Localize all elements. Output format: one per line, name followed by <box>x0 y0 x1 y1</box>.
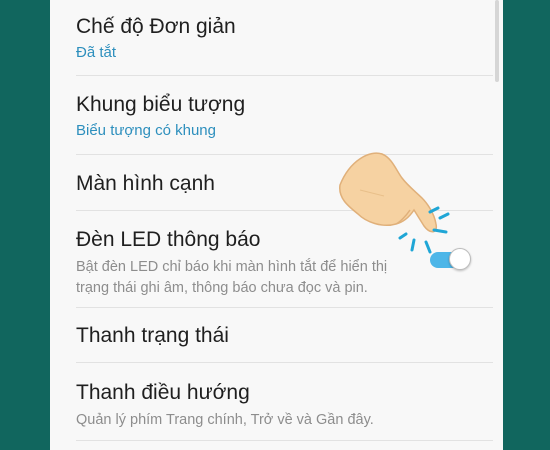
setting-title: Khung biểu tượng <box>76 93 246 116</box>
setting-title: Thanh trạng thái <box>76 324 229 347</box>
setting-subtitle: Đã tắt <box>76 44 117 61</box>
setting-description: Quản lý phím Trang chính, Trở về và Gần … <box>76 412 374 428</box>
setting-easy-mode[interactable]: Chế độ Đơn giản Đã tắt <box>50 14 503 63</box>
setting-subtitle: Biểu tượng có khung <box>76 122 216 139</box>
divider <box>76 362 493 363</box>
setting-title: Thanh điều hướng <box>76 381 250 404</box>
divider <box>76 440 493 441</box>
divider <box>76 75 493 76</box>
setting-status-bar[interactable]: Thanh trạng thái <box>50 323 503 349</box>
setting-icon-frames[interactable]: Khung biểu tượng Biểu tượng có khung <box>50 92 503 141</box>
tap-ripple-icon <box>398 206 450 254</box>
divider <box>76 307 493 308</box>
setting-navigation-bar[interactable]: Thanh điều hướng Quản lý phím Trang chín… <box>50 380 503 431</box>
setting-title: Chế độ Đơn giản <box>76 15 236 38</box>
